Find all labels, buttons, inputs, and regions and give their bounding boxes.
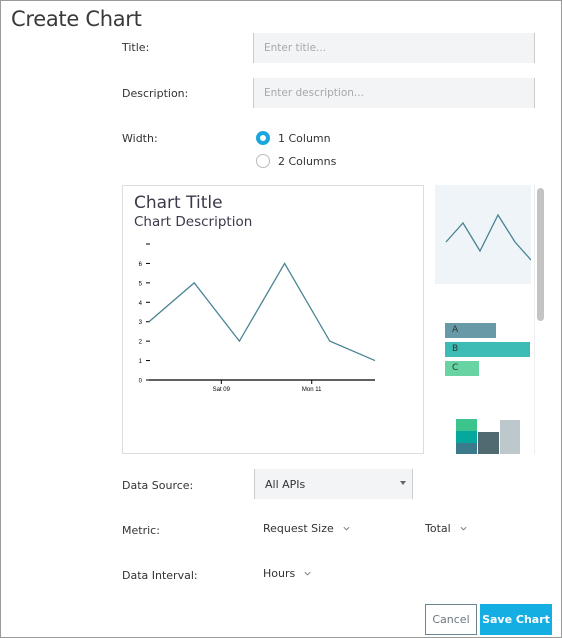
chart-type-stacked-bar[interactable] [435,405,531,454]
stacked-bar-thumbnail-icon [456,419,520,454]
chart-type-line[interactable] [435,185,532,284]
description-label: Description: [122,87,189,100]
metric-label: Metric: [122,524,160,537]
bar-c: C [445,361,479,376]
y-tick-label: 1 [139,359,143,365]
y-tick-label: 5 [139,281,143,287]
description-input[interactable] [253,78,535,108]
chevron-down-icon [343,526,350,531]
bar-a: A [445,323,496,338]
chevron-down-icon [304,571,311,576]
radio-unchecked-icon [256,154,270,168]
y-tick-label: 2 [139,340,143,346]
scrollbar-thumb[interactable] [537,188,544,321]
interval-value: Hours [263,567,296,580]
chart-type-horizontal-bar[interactable]: A B C [435,309,531,379]
chart-type-scrollbar[interactable] [535,185,547,454]
page-title: Create Chart [11,7,142,31]
y-tick-label: 6 [139,262,143,268]
data-interval-label: Data Interval: [122,569,198,582]
aggregation-dropdown[interactable]: Total [425,522,468,535]
radio-label: 1 Column [278,131,331,145]
width-label: Width: [122,132,158,145]
y-tick-label: 4 [139,301,143,307]
chart-preview: Chart Title Chart Description 0 1 2 3 4 5 6 Sat… [122,185,424,454]
data-source-label: Data Source: [122,479,194,492]
x-tick-label: Mon 11 [302,387,322,393]
chart-type-list[interactable]: A B C [435,185,535,454]
aggregation-value: Total [425,522,451,535]
x-tick-label: Sat 09 [213,387,231,393]
cancel-button[interactable]: Cancel [425,604,477,635]
metric-value: Request Size [263,522,334,535]
y-tick-label: 0 [139,379,143,385]
line-chart-thumbnail-icon [445,213,532,261]
radio-checked-icon [256,131,270,145]
metric-dropdown[interactable]: Request Size [263,522,351,535]
title-label: Title: [122,41,150,54]
series-line [148,262,376,362]
title-input[interactable] [253,33,535,63]
data-source-select[interactable]: All APIs [254,469,413,499]
caret-down-icon [400,481,406,485]
width-radio-2-columns[interactable]: 2 Columns [256,154,336,168]
create-chart-dialog: Create Chart Title: Description: Width: … [0,0,562,638]
width-radio-1-column[interactable]: 1 Column [256,131,331,145]
line-chart: 0 1 2 3 4 5 6 Sat 09 Mon 11 [139,243,376,393]
bar-b: B [445,342,530,357]
chevron-down-icon [460,526,467,531]
data-interval-dropdown[interactable]: Hours [263,567,312,580]
y-tick-label: 3 [139,320,143,326]
save-chart-button[interactable]: Save Chart [480,604,552,635]
radio-label: 2 Columns [278,154,337,168]
data-source-value: All APIs [265,478,306,491]
